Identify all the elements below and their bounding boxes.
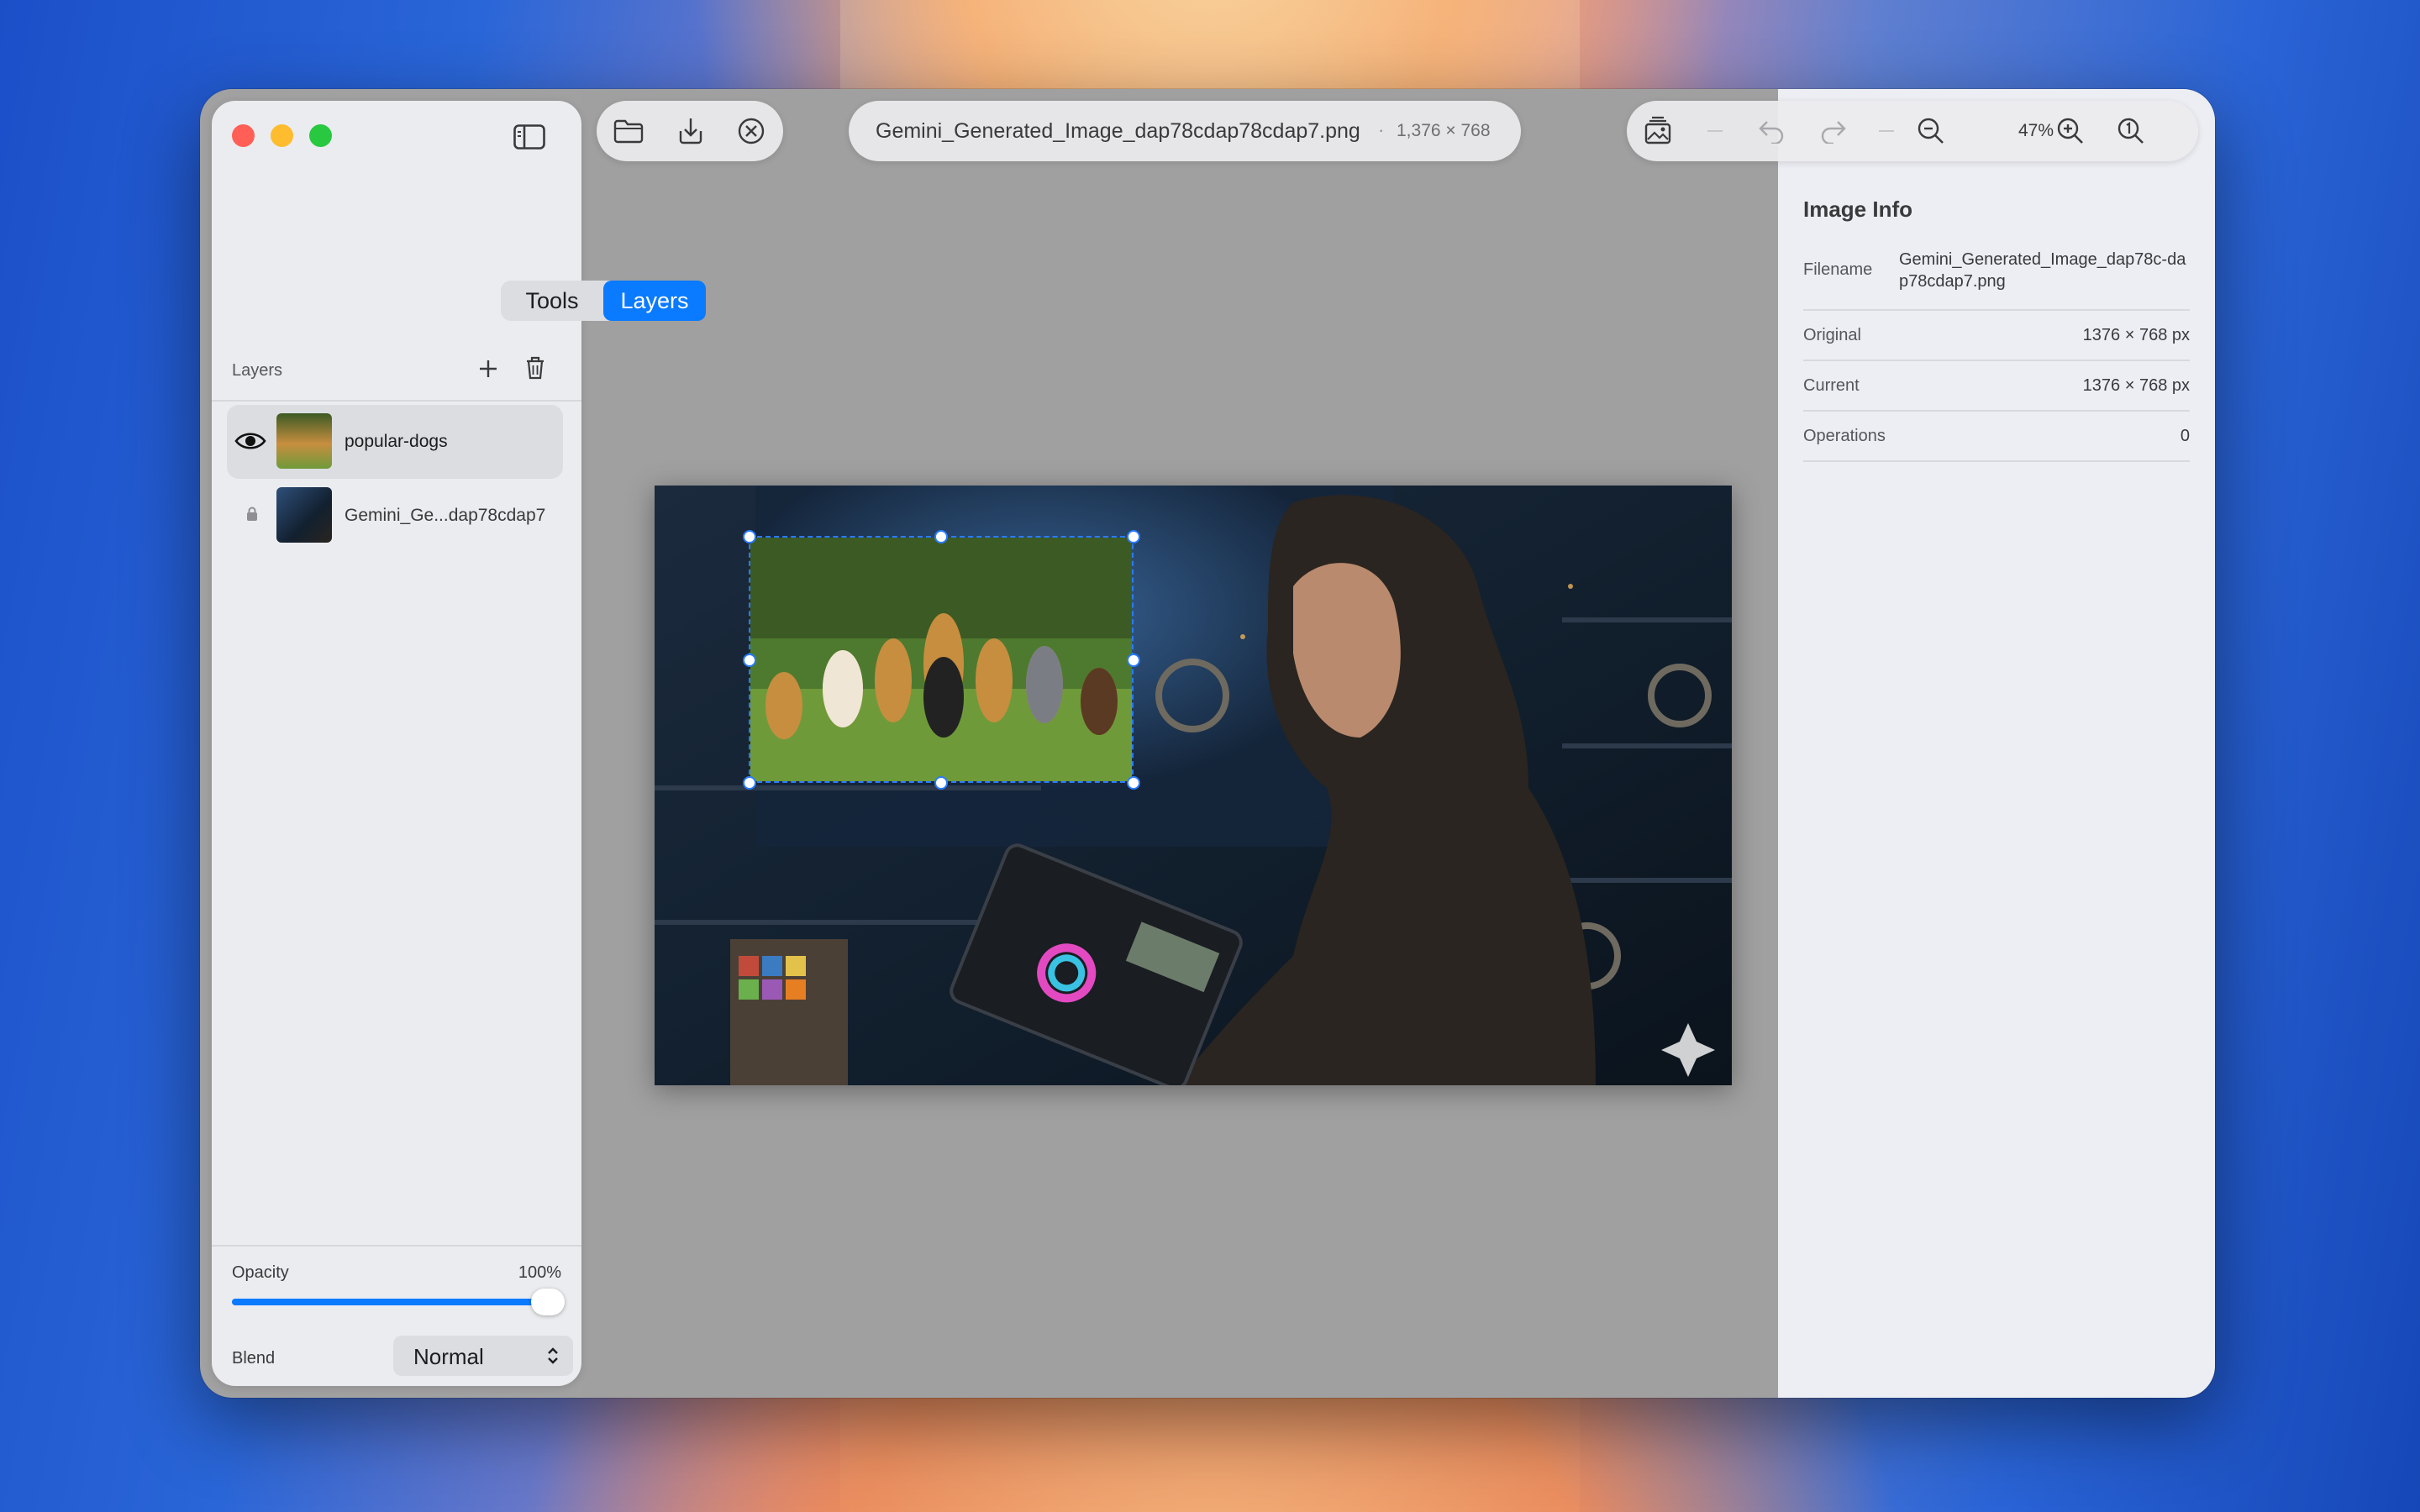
layer-thumbnail: [276, 413, 332, 469]
tab-tools[interactable]: Tools: [501, 281, 603, 321]
info-value: Gemini_Generated_Image_dap78c-dap78cdap7…: [1899, 250, 2186, 291]
info-key: Operations: [1803, 427, 1886, 445]
app-window: Tools Layers Layers popular-dogs Gemini_…: [200, 89, 2215, 1398]
info-key: Filename: [1803, 260, 1873, 279]
resize-handle-tr[interactable]: [1127, 530, 1140, 543]
resize-handle-bl[interactable]: [743, 776, 756, 790]
undo-icon[interactable]: [1754, 116, 1788, 146]
close-file-icon[interactable]: [734, 114, 768, 148]
blend-select-value: Normal: [413, 1344, 484, 1369]
resize-handle-br[interactable]: [1127, 776, 1140, 790]
popular-dogs-layer[interactable]: [749, 536, 1134, 783]
opacity-slider-thumb[interactable]: [531, 1289, 565, 1315]
toolbar-separator: [1879, 130, 1894, 132]
eye-icon[interactable]: [234, 428, 267, 454]
image-info-panel: Image Info Filename Gemini_Generated_Ima…: [1778, 89, 2215, 1398]
info-key: Original: [1803, 326, 1861, 344]
info-title: Image Info: [1803, 197, 1913, 222]
main-image[interactable]: [655, 486, 1732, 1085]
layer-name: popular-dogs: [345, 432, 448, 451]
file-toolbar: [597, 101, 783, 161]
zoom-out-icon[interactable]: [1914, 114, 1948, 148]
file-dimensions: 1,376 × 768: [1397, 121, 1491, 140]
title-separator: ·: [1378, 119, 1385, 140]
info-row-original: Original 1376 × 768 px: [1803, 311, 2190, 361]
close-button[interactable]: [232, 124, 255, 147]
resize-handle-bm[interactable]: [934, 776, 948, 790]
zoom-button[interactable]: [309, 124, 332, 147]
photo-dogs: [750, 538, 1132, 781]
divider: [212, 400, 581, 402]
folder-icon[interactable]: [612, 116, 645, 146]
opacity-value: 100%: [518, 1263, 561, 1282]
export-icon[interactable]: [674, 114, 708, 148]
blend-select[interactable]: Normal: [393, 1336, 573, 1376]
toolbar-separator: [1707, 130, 1723, 132]
filename-pill: Gemini_Generated_Image_dap78cdap78cdap7.…: [849, 101, 1521, 161]
info-key: Current: [1803, 376, 1860, 395]
resize-handle-mr[interactable]: [1127, 654, 1140, 667]
sidebar: Tools Layers Layers popular-dogs Gemini_…: [212, 101, 706, 1386]
info-value: 0: [2180, 427, 2190, 445]
info-row-filename: Filename Gemini_Generated_Image_dap78c-d…: [1803, 235, 2190, 311]
layer-thumbnail: [276, 487, 332, 543]
actual-size-icon[interactable]: [2114, 114, 2148, 148]
lock-icon: [244, 504, 260, 524]
info-value: 1376 × 768 px: [2082, 376, 2190, 395]
opacity-slider-fill: [232, 1299, 561, 1305]
minimize-button[interactable]: [271, 124, 293, 147]
blend-label: Blend: [232, 1349, 276, 1368]
sidebar-toggle-icon[interactable]: [513, 123, 546, 151]
zoom-in-icon[interactable]: [2054, 114, 2087, 148]
edit-toolbar: 47%: [1627, 101, 2198, 161]
redo-icon[interactable]: [1817, 116, 1850, 146]
add-layer-icon[interactable]: [474, 354, 502, 383]
delete-layer-icon[interactable]: [521, 353, 550, 383]
resize-handle-tl[interactable]: [743, 530, 756, 543]
tab-switcher: Tools Layers: [501, 281, 706, 321]
tab-layers[interactable]: Layers: [603, 281, 706, 321]
info-row-operations: Operations 0: [1803, 412, 2190, 462]
layer-row-popular-dogs[interactable]: popular-dogs: [227, 405, 563, 479]
resize-handle-tm[interactable]: [934, 530, 948, 543]
photo-library-icon[interactable]: [1640, 114, 1676, 148]
info-row-current: Current 1376 × 768 px: [1803, 361, 2190, 412]
layer-row-background[interactable]: Gemini_Ge...dap78cdap7: [227, 479, 563, 553]
layer-name: Gemini_Ge...dap78cdap7: [345, 506, 546, 525]
resize-handle-ml[interactable]: [743, 654, 756, 667]
file-name: Gemini_Generated_Image_dap78cdap78cdap7.…: [876, 119, 1360, 143]
layers-section-title: Layers: [232, 361, 283, 380]
opacity-slider[interactable]: [232, 1289, 565, 1315]
updown-chevron-icon: [544, 1346, 561, 1366]
divider: [212, 1245, 581, 1247]
zoom-level[interactable]: 47%: [2018, 121, 2054, 141]
opacity-label: Opacity: [232, 1263, 289, 1282]
info-value: 1376 × 768 px: [2082, 326, 2190, 344]
